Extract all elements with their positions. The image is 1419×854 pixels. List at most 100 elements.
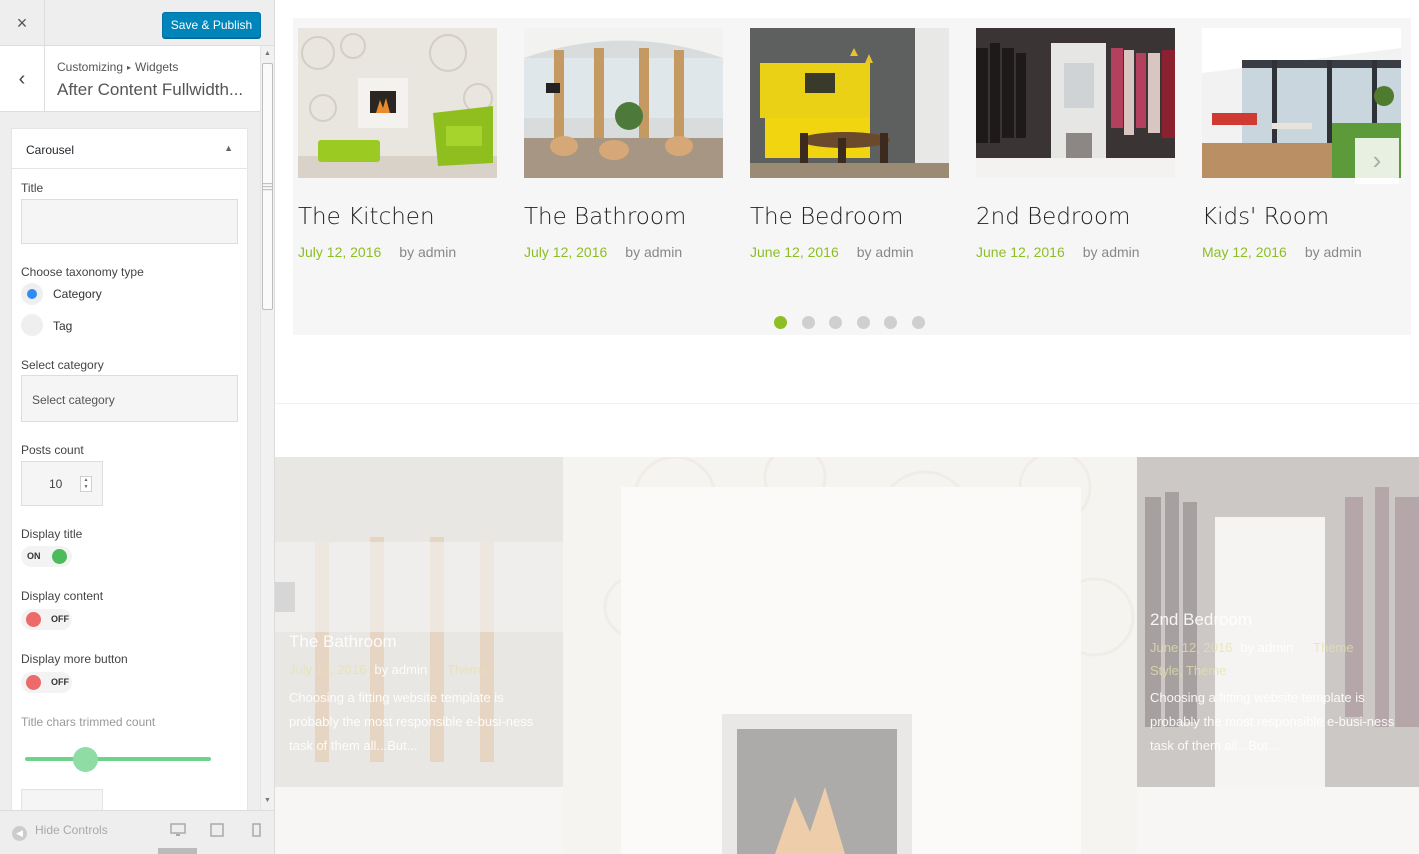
stepper-arrows-icon[interactable]: ▲ ▼ bbox=[80, 476, 92, 492]
card-date[interactable]: June 12, 2016 bbox=[750, 244, 839, 260]
card-date[interactable]: July 12, 2016 bbox=[524, 244, 607, 260]
section-divider bbox=[275, 403, 1419, 404]
tile-tag[interactable]: Theme bbox=[447, 662, 487, 677]
bedroom-thumbnail[interactable] bbox=[750, 28, 949, 178]
card-title[interactable]: The Bathroom bbox=[524, 204, 686, 230]
title-input[interactable] bbox=[21, 199, 238, 244]
tile-title[interactable]: The Bathroom bbox=[289, 632, 397, 652]
card-date[interactable]: May 12, 2016 bbox=[1202, 244, 1287, 260]
card-meta: July 12, 2016 by admin bbox=[298, 244, 456, 260]
taxonomy-label: Choose taxonomy type bbox=[21, 265, 144, 279]
card-meta: May 12, 2016 by admin bbox=[1202, 244, 1362, 260]
scroll-up-icon[interactable]: ▲ bbox=[263, 50, 272, 57]
hide-controls-button[interactable]: ◀ Hide Controls bbox=[12, 823, 108, 841]
panel-title: After Content Fullwidth... bbox=[57, 80, 244, 99]
slider-handle[interactable] bbox=[73, 747, 98, 772]
scroll-down-icon[interactable]: ▼ bbox=[263, 797, 272, 804]
card-author[interactable]: by admin bbox=[399, 244, 456, 260]
trim-count-label: Title chars trimmed count bbox=[21, 715, 156, 729]
category-radio[interactable] bbox=[21, 283, 43, 305]
tile-date[interactable]: July 12, 2016 bbox=[289, 662, 366, 677]
carousel-card[interactable]: The Kitchen July 12, 2016 by admin bbox=[298, 28, 497, 260]
customizer-sidebar: × Save & Publish ‹ Customizing ▸ Widgets A… bbox=[0, 0, 275, 854]
posts-count-value: 10 bbox=[49, 477, 63, 491]
collapse-arrow-icon[interactable]: ▲ bbox=[224, 143, 233, 153]
card-author[interactable]: by admin bbox=[857, 244, 914, 260]
carousel-page-dot[interactable] bbox=[911, 316, 925, 329]
display-content-toggle[interactable]: OFF bbox=[21, 609, 72, 630]
toggle-state: OFF bbox=[51, 614, 69, 624]
breadcrumb-separator-icon: ▸ bbox=[127, 63, 132, 72]
tag-radio[interactable] bbox=[21, 314, 43, 336]
posts-carousel: The Kitchen July 12, 2016 by admin The Ba… bbox=[293, 18, 1411, 335]
tile-author[interactable]: by admin bbox=[374, 662, 427, 677]
display-title-label: Display title bbox=[21, 527, 83, 541]
carousel-page-dot[interactable] bbox=[884, 316, 897, 329]
display-more-label: Display more button bbox=[21, 652, 128, 666]
carousel-page-dot[interactable] bbox=[856, 316, 870, 329]
hide-controls-label: Hide Controls bbox=[35, 823, 108, 837]
preview-side-handle[interactable] bbox=[275, 582, 295, 612]
category-select[interactable]: Select category bbox=[21, 375, 238, 422]
trim-count-slider[interactable] bbox=[25, 757, 211, 761]
title-label: Title bbox=[21, 181, 44, 195]
card-date[interactable]: June 12, 2016 bbox=[976, 244, 1065, 260]
tile-excerpt: Choosing a fitting website template is p… bbox=[289, 690, 534, 753]
card-meta: July 12, 2016 by admin bbox=[524, 244, 682, 260]
tile-tag[interactable]: Theme bbox=[1313, 640, 1353, 655]
toggle-state: ON bbox=[27, 551, 41, 561]
posts-count-label: Posts count bbox=[21, 443, 84, 457]
featured-tile[interactable]: The Bathroom July 12, 2016 by admin Theme … bbox=[275, 457, 563, 787]
tile-meta: July 12, 2016 by admin Theme bbox=[289, 662, 488, 677]
second-bedroom-thumbnail[interactable] bbox=[976, 28, 1175, 178]
save-publish-button[interactable]: Save & Publish bbox=[162, 12, 261, 38]
tile-date[interactable]: June 12, 2016 bbox=[1150, 640, 1232, 655]
widget-title: Carousel bbox=[26, 143, 75, 157]
bathroom-thumbnail[interactable] bbox=[524, 28, 723, 178]
card-meta: June 12, 2016 by admin bbox=[976, 244, 1140, 260]
card-title[interactable]: 2nd Bedroom bbox=[976, 204, 1130, 230]
carousel-page-dot[interactable] bbox=[774, 316, 787, 329]
widget-header[interactable]: Carousel ▲ bbox=[12, 129, 247, 169]
breadcrumb-child: Widgets bbox=[135, 60, 179, 74]
card-title[interactable]: The Kitchen bbox=[298, 204, 435, 230]
card-author[interactable]: by admin bbox=[1305, 244, 1362, 260]
category-radio-label: Category bbox=[53, 287, 102, 301]
panel-header: ‹ Customizing ▸ Widgets After Content Full… bbox=[0, 46, 260, 112]
category-label: Select category bbox=[21, 358, 104, 372]
tile-title[interactable]: 2nd Bedroom bbox=[1150, 610, 1252, 630]
card-author[interactable]: by admin bbox=[1083, 244, 1140, 260]
carousel-page-dot[interactable] bbox=[829, 316, 842, 329]
mobile-preview-icon[interactable] bbox=[248, 823, 264, 837]
carousel-page-dot[interactable] bbox=[801, 316, 815, 329]
card-title[interactable]: The Bedroom bbox=[750, 204, 903, 230]
toggle-state: OFF bbox=[51, 677, 69, 687]
collapse-circle-icon: ◀ bbox=[12, 826, 27, 841]
featured-tile[interactable]: 2nd Bedroom June 12, 2016 by admin Theme S… bbox=[1137, 457, 1419, 787]
carousel-card[interactable]: 2nd Bedroom June 12, 2016 by admin bbox=[976, 28, 1175, 260]
tablet-preview-icon[interactable] bbox=[209, 823, 225, 837]
card-date[interactable]: July 12, 2016 bbox=[298, 244, 381, 260]
posts-count-stepper[interactable]: 10 ▲ ▼ bbox=[21, 461, 103, 506]
breadcrumb: Customizing ▸ Widgets bbox=[57, 60, 178, 74]
carousel-card[interactable]: The Bathroom July 12, 2016 by admin bbox=[524, 28, 723, 260]
tile-tags-list[interactable]: Style, Theme bbox=[1150, 663, 1226, 678]
card-author[interactable]: by admin bbox=[625, 244, 682, 260]
toggle-knob bbox=[26, 675, 41, 690]
carousel-card[interactable]: The Bedroom June 12, 2016 by admin bbox=[750, 28, 949, 260]
back-icon[interactable]: ‹ bbox=[0, 46, 45, 112]
display-title-toggle[interactable]: ON bbox=[21, 546, 72, 567]
tag-radio-label: Tag bbox=[53, 319, 73, 333]
tile-tags: Style, Theme bbox=[1150, 663, 1226, 678]
card-title[interactable]: Kids' Room bbox=[1202, 204, 1329, 230]
desktop-preview-icon[interactable] bbox=[170, 823, 186, 837]
tile-excerpt: Choosing a fitting website template is p… bbox=[1150, 690, 1395, 753]
site-preview: The Kitchen July 12, 2016 by admin The Ba… bbox=[275, 0, 1419, 854]
kitchen-thumbnail[interactable] bbox=[298, 28, 497, 178]
carousel-next-icon[interactable]: › bbox=[1355, 138, 1399, 184]
tile-author[interactable]: by admin bbox=[1240, 640, 1293, 655]
display-more-toggle[interactable]: OFF bbox=[21, 672, 72, 693]
customizer-root: × Save & Publish ‹ Customizing ▸ Widgets A… bbox=[0, 0, 1419, 854]
close-icon[interactable]: × bbox=[0, 0, 45, 46]
card-meta: June 12, 2016 by admin bbox=[750, 244, 914, 260]
